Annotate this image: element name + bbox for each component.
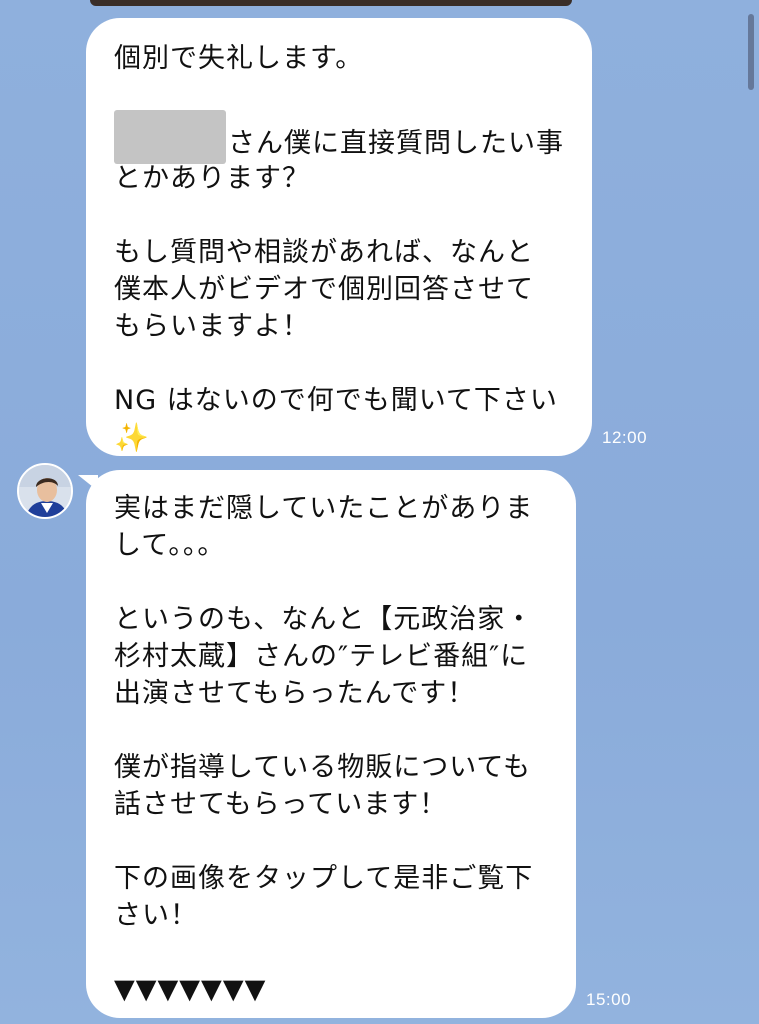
message-line: さい！ bbox=[114, 900, 198, 931]
message-line: 下の画像をタップして是非ご覧下 bbox=[114, 863, 534, 894]
message-line: もし質問や相談があれば、なんと bbox=[114, 237, 534, 268]
avatar-image bbox=[19, 465, 71, 517]
message-line: 実はまだ隠していたことがありま bbox=[114, 493, 534, 524]
message-line: 僕が指導している物販についても bbox=[114, 752, 532, 783]
message-timestamp: 12:00 bbox=[602, 428, 648, 447]
message-bubble-2[interactable]: 実はまだ隠していたことがありま して。。。 というのも、なんと【元政治家・ 杉村… bbox=[86, 470, 576, 1018]
previous-image-message[interactable] bbox=[90, 0, 572, 6]
message-line-text: さん僕に直接質問したい事 bbox=[228, 128, 564, 159]
message-line: とかあります？ bbox=[114, 163, 310, 194]
message-line: さん僕に直接質問したい事 bbox=[114, 110, 566, 164]
message-line: 話させてもらっています！ bbox=[114, 789, 448, 820]
message-line: もらいますよ！ bbox=[114, 311, 310, 342]
message-line: 僕本人がビデオで個別回答させて bbox=[114, 274, 534, 305]
down-arrows: ▼▼▼▼▼▼▼ bbox=[114, 974, 267, 1005]
chat-view[interactable]: 個別で失礼します。 さん僕に直接質問したい事 とかあります？ もし質問や相談があ… bbox=[0, 0, 759, 1024]
message-line: NG はないので何でも聞いて下さい bbox=[114, 385, 558, 416]
message-timestamp: 15:00 bbox=[586, 990, 632, 1009]
scrollbar[interactable] bbox=[748, 14, 754, 90]
sender-avatar[interactable] bbox=[17, 463, 73, 519]
message-line: というのも、なんと【元政治家・ bbox=[114, 604, 534, 635]
message-bubble-1[interactable]: 個別で失礼します。 さん僕に直接質問したい事 とかあります？ もし質問や相談があ… bbox=[86, 18, 592, 456]
sparkles-emoji: ✨ bbox=[114, 421, 150, 454]
redacted-name bbox=[114, 110, 226, 164]
message-line: 杉村太蔵】さんの″テレビ番組″に bbox=[114, 641, 529, 672]
message-line: 個別で失礼します。 bbox=[114, 43, 364, 74]
message-line: 出演させてもらったんです！ bbox=[114, 678, 476, 709]
message-line: して。。。 bbox=[114, 530, 226, 561]
